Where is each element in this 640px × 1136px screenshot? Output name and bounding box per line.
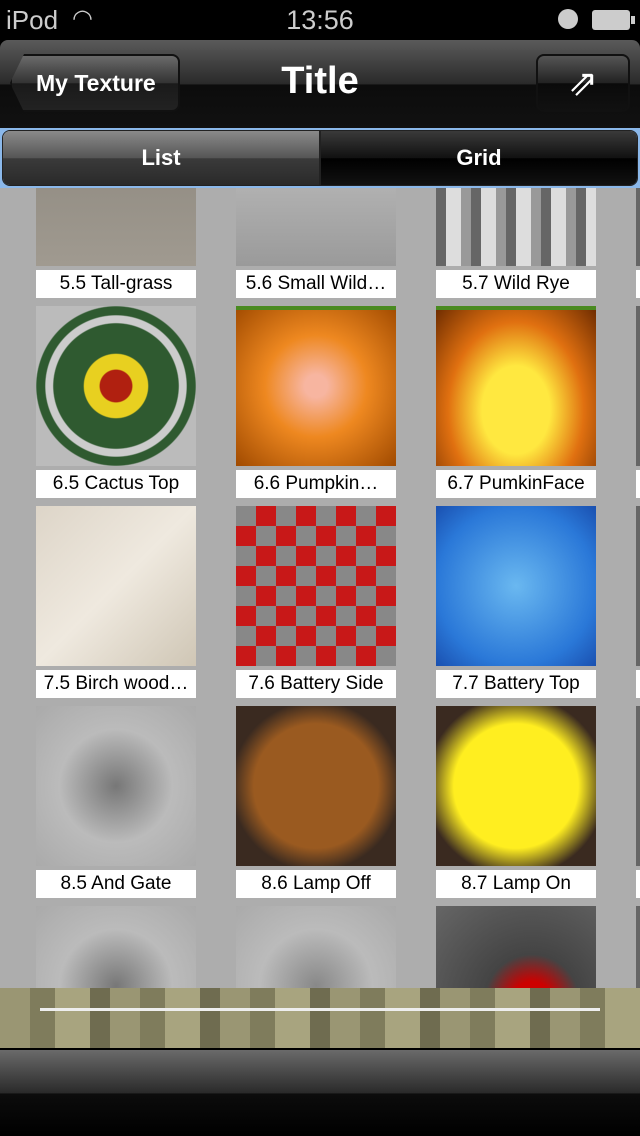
status-bar: iPod ◠ 13:56 (0, 0, 640, 40)
texture-tile-partial[interactable] (636, 306, 640, 500)
texture-thumbnail (236, 906, 396, 988)
texture-tile[interactable]: 8.5 And Gate (36, 706, 196, 900)
alarm-clock-icon (558, 9, 578, 29)
texture-label: 5.6 Small Wild… (236, 270, 396, 298)
share-button[interactable]: ⇗ (536, 54, 630, 112)
segment-list[interactable]: List (3, 131, 319, 185)
texture-tile[interactable]: 7.7 Battery Top (436, 506, 596, 700)
texture-label: 7.6 Battery Side (236, 670, 396, 698)
texture-thumbnail (36, 906, 196, 988)
texture-label: 7.7 Battery Top (436, 670, 596, 698)
texture-thumbnail (636, 906, 640, 988)
texture-thumbnail (236, 188, 396, 266)
texture-thumbnail (636, 506, 640, 666)
view-mode-segmented-control: List Grid (0, 128, 640, 188)
texture-thumbnail (236, 306, 396, 466)
divider (40, 1008, 600, 1011)
texture-thumbnail (636, 306, 640, 466)
texture-thumbnail (636, 188, 640, 266)
texture-label: 5.5 Tall-grass (36, 270, 196, 298)
texture-tile[interactable] (436, 906, 596, 988)
texture-tile[interactable] (36, 906, 196, 988)
texture-tile-partial[interactable] (636, 906, 640, 988)
texture-tile[interactable] (236, 906, 396, 988)
bottom-toolbar (0, 1048, 640, 1136)
texture-tile[interactable]: 7.6 Battery Side (236, 506, 396, 700)
texture-tile[interactable]: 5.7 Wild Rye (436, 188, 596, 300)
texture-tile[interactable]: 7.5 Birch wood… (36, 506, 196, 700)
texture-label: 6.7 PumkinFace (436, 470, 596, 498)
texture-tile-partial[interactable] (636, 188, 640, 300)
texture-label: 7.5 Birch wood… (36, 670, 196, 698)
texture-label: 8.5 And Gate (36, 870, 196, 898)
share-icon: ⇗ (567, 62, 599, 103)
texture-tile-partial[interactable] (636, 706, 640, 900)
texture-tile[interactable]: 6.7 PumkinFace (436, 306, 596, 500)
status-time: 13:56 (286, 5, 354, 35)
texture-label: 5.7 Wild Rye (436, 270, 596, 298)
texture-label: 6.5 Cactus Top (36, 470, 196, 498)
texture-thumbnail (236, 706, 396, 866)
texture-thumbnail (436, 306, 596, 466)
texture-tile[interactable]: 8.6 Lamp Off (236, 706, 396, 900)
texture-thumbnail (436, 906, 596, 988)
texture-thumbnail (36, 706, 196, 866)
texture-thumbnail (36, 506, 196, 666)
texture-thumbnail (436, 706, 596, 866)
texture-tile[interactable]: 6.6 Pumpkin… (236, 306, 396, 500)
texture-tile[interactable]: 5.6 Small Wild… (236, 188, 396, 300)
battery-charging-icon (592, 10, 635, 30)
texture-label (636, 270, 640, 298)
navigation-bar: My Texture Title ⇗ (0, 40, 640, 128)
texture-tile[interactable]: 6.5 Cactus Top (36, 306, 196, 500)
texture-thumbnail (436, 506, 596, 666)
texture-thumbnail (36, 188, 196, 266)
texture-label: 8.7 Lamp On (436, 870, 596, 898)
texture-grid[interactable]: 5.5 Tall-grass 5.6 Small Wild… 5.7 Wild Ry… (0, 188, 640, 988)
texture-thumbnail (36, 306, 196, 466)
texture-tile[interactable]: 5.5 Tall-grass (36, 188, 196, 300)
segment-grid[interactable]: Grid (319, 131, 637, 185)
texture-tile[interactable]: 8.7 Lamp On (436, 706, 596, 900)
texture-tile-partial[interactable] (636, 506, 640, 700)
texture-label (636, 670, 640, 698)
texture-thumbnail (636, 706, 640, 866)
texture-label (636, 470, 640, 498)
texture-thumbnail (436, 188, 596, 266)
texture-label: 6.6 Pumpkin… (236, 470, 396, 498)
texture-thumbnail (236, 506, 396, 666)
texture-label: 8.6 Lamp Off (236, 870, 396, 898)
texture-label (636, 870, 640, 898)
